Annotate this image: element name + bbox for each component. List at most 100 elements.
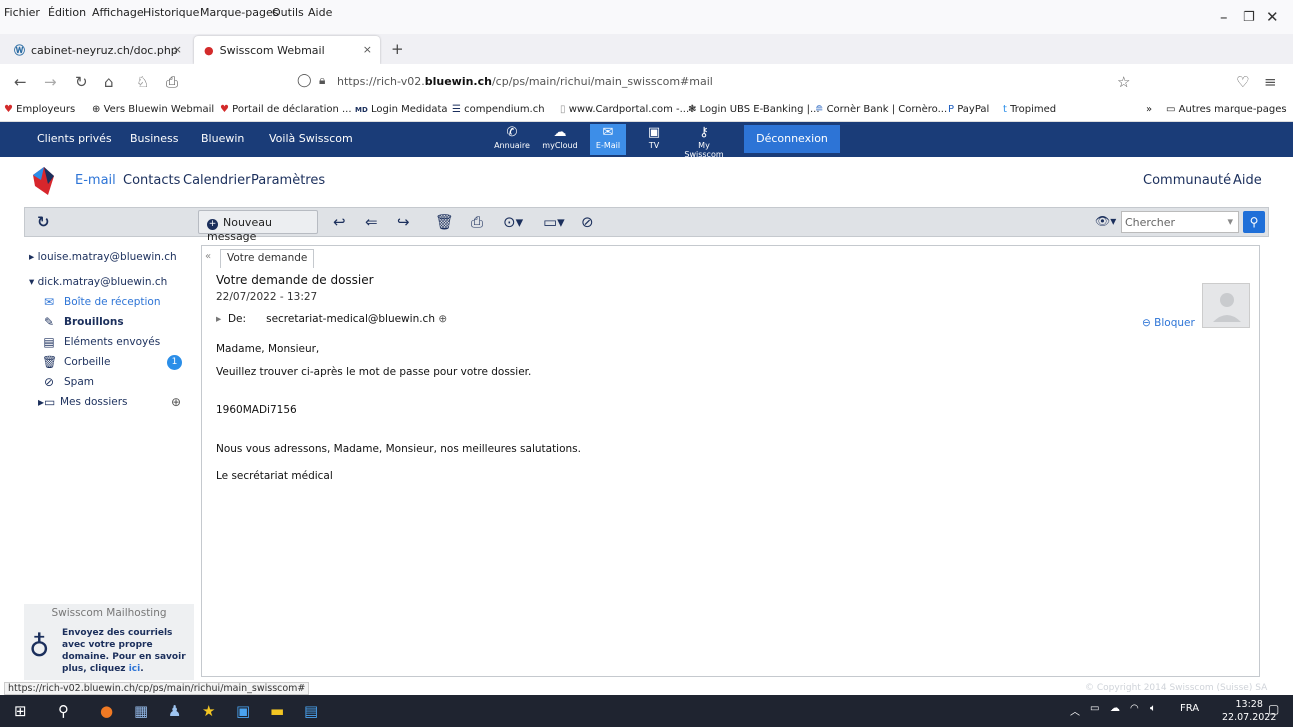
folder-drafts[interactable]: ✎ Brouillons <box>42 315 124 329</box>
forward-icon[interactable]: → <box>44 73 57 91</box>
bookmark-ubs[interactable]: ❃ Login UBS E-Banking |... <box>688 104 820 115</box>
menu-marque-pages[interactable]: Marque-pages <box>200 6 278 19</box>
star-icon[interactable]: ★ <box>202 702 215 720</box>
nav-clients-prives[interactable]: Clients privés <box>37 132 112 145</box>
account-louise[interactable]: ▸ louise.matray@bluewin.ch <box>29 251 177 263</box>
url-bar[interactable]: ◯ 🔒︎ https://rich-v02.bluewin.ch/cp/ps/m… <box>287 69 987 95</box>
camera-icon[interactable]: ▣ <box>236 702 250 720</box>
new-tab-button[interactable]: + <box>391 40 404 58</box>
service-mycloud[interactable]: ☁ myCloud <box>542 124 578 155</box>
menu-fichier[interactable]: Fichier <box>4 6 40 19</box>
print-icon[interactable]: ⎙ <box>166 73 178 91</box>
app-nav-email[interactable]: E-mail <box>75 173 116 188</box>
menu-historique[interactable]: Historique <box>143 6 199 19</box>
app-nav-calendrier[interactable]: Calendrier <box>183 173 250 188</box>
bookmark-tropimed[interactable]: t Tropimed <box>1003 104 1056 115</box>
nav-bluewin[interactable]: Bluewin <box>201 132 244 145</box>
chevron-up-icon[interactable]: ︿ <box>1070 703 1080 718</box>
new-message-button[interactable]: + Nouveau message <box>198 210 318 243</box>
delete-icon[interactable]: 🗑︎ <box>435 213 454 231</box>
view-eye-icon[interactable]: 👁︎▾ <box>1095 214 1116 228</box>
language-indicator[interactable]: FRA <box>1180 703 1199 714</box>
chevron-down-icon[interactable]: ▾ <box>1227 215 1233 228</box>
folder-inbox[interactable]: ✉ Boîte de réception <box>42 295 161 309</box>
logout-button[interactable]: Déconnexion <box>744 125 840 153</box>
block-sender-button[interactable]: ⊖ Bloquer <box>1142 317 1195 329</box>
account-dick[interactable]: ▾ dick.matray@bluewin.ch <box>29 276 167 288</box>
add-folder-icon[interactable]: ⊕ <box>171 395 181 409</box>
print-mail-icon[interactable]: ⎙ <box>471 213 483 231</box>
bookmark-employeurs[interactable]: ♥ Employeurs <box>4 104 75 115</box>
aide-link[interactable]: Aide <box>1233 173 1262 188</box>
firefox-icon[interactable]: ● <box>100 702 113 720</box>
service-tv[interactable]: ▣ TV <box>636 124 672 155</box>
other-bookmarks[interactable]: ▭ Autres marque-pages <box>1166 104 1287 115</box>
service-my-swisscom[interactable]: ⚷ My Swisscom <box>680 124 728 159</box>
restore-icon[interactable]: ❐ <box>1243 10 1255 25</box>
bookmark-medidata[interactable]: MD Login Medidata <box>355 104 448 115</box>
minimize-icon[interactable]: – <box>1220 8 1228 26</box>
people-icon[interactable]: ♟ <box>168 702 181 720</box>
close-icon[interactable]: × <box>173 43 182 56</box>
bookmark-cardportal[interactable]: ▯ www.Cardportal.com -... <box>560 104 689 115</box>
service-email[interactable]: ✉ E-Mail <box>590 124 626 155</box>
folder-trash[interactable]: 🗑︎ Corbeille <box>42 355 110 369</box>
more-bookmarks-icon[interactable]: » <box>1146 104 1152 115</box>
app-nav-parametres[interactable]: Paramètres <box>251 173 325 188</box>
service-annuaire[interactable]: ✆ Annuaire <box>494 124 530 155</box>
pocket-icon[interactable]: ♡ <box>1236 73 1249 91</box>
notification-icon[interactable]: ▢ <box>1268 702 1279 716</box>
menu-aide[interactable]: Aide <box>308 6 332 19</box>
reply-all-icon[interactable]: ⇐ <box>365 213 378 231</box>
back-icon[interactable]: ← <box>14 73 27 91</box>
expand-sender-icon[interactable]: ▸ <box>216 313 221 325</box>
communaute-link[interactable]: Communauté <box>1143 173 1231 188</box>
search-button[interactable]: ⚲ <box>1243 211 1265 233</box>
search-icon[interactable]: ⚲ <box>58 702 69 720</box>
bookmark-portail[interactable]: ♥ Portail de déclaration ... <box>220 104 352 115</box>
menu-outils[interactable]: Outils <box>272 6 304 19</box>
windows-start-icon[interactable]: ⊞ <box>14 702 27 720</box>
nav-business[interactable]: Business <box>130 132 179 145</box>
battery-icon[interactable]: ▭ <box>1090 703 1099 714</box>
reload-icon[interactable]: ↻ <box>75 73 88 91</box>
move-folder-icon[interactable]: ▭▾ <box>543 213 565 231</box>
reply-icon[interactable]: ↩ <box>333 213 346 231</box>
close-window-icon[interactable]: ✕ <box>1266 8 1279 26</box>
calculator-icon[interactable]: ▦ <box>134 702 148 720</box>
refresh-icon[interactable]: ↻ <box>37 213 50 231</box>
nav-voila-swisscom[interactable]: Voilà Swisscom <box>269 132 353 145</box>
file-explorer-icon[interactable]: ▬ <box>270 702 284 720</box>
search-input[interactable]: Chercher ▾ <box>1121 211 1239 233</box>
wifi-icon[interactable]: ◠ <box>1130 703 1139 714</box>
cloud-icon[interactable]: ☁ <box>1110 703 1120 714</box>
folder-mes-dossiers[interactable]: ▸▭ Mes dossiers <box>38 395 128 409</box>
more-actions-icon[interactable]: ⊙▾ <box>503 213 523 231</box>
bookmark-compendium[interactable]: ☰ compendium.ch <box>452 104 545 115</box>
message-tab[interactable]: Votre demande <box>220 249 315 268</box>
home-icon[interactable]: ⌂ <box>104 73 114 91</box>
swisscom-logo[interactable] <box>32 166 56 196</box>
promo-link[interactable]: ici <box>129 664 141 674</box>
bookmark-star-icon[interactable]: ☆ <box>1117 73 1130 91</box>
bookmark-corner[interactable]: ≘ Cornèr Bank | Cornèro... <box>815 104 947 115</box>
forward-mail-icon[interactable]: ↪ <box>397 213 410 231</box>
tab-cabinet-neyruz[interactable]: Ⓦ cabinet-neyruz.ch/doc.php × <box>4 36 190 64</box>
app-nav-contacts[interactable]: Contacts <box>123 173 180 188</box>
bookmark-bluewin[interactable]: ⊕ Vers Bluewin Webmail <box>92 104 214 115</box>
document-icon[interactable]: ▤ <box>304 702 318 720</box>
tab-swisscom-webmail[interactable]: ● Swisscom Webmail × <box>194 36 380 64</box>
volume-icon[interactable]: 🔈︎ <box>1150 703 1156 714</box>
folder-sent[interactable]: ▤ Eléments envoyés <box>42 335 160 349</box>
collapse-icon[interactable]: « <box>205 251 211 262</box>
close-icon[interactable]: × <box>363 43 372 56</box>
extension-icon[interactable]: ♘ <box>136 73 149 91</box>
menu-affichage[interactable]: Affichage <box>92 6 144 19</box>
bookmark-paypal[interactable]: P PayPal <box>948 104 989 115</box>
add-contact-icon[interactable]: ⊕ <box>438 313 447 325</box>
menu-icon[interactable]: ≡ <box>1264 73 1277 91</box>
sender-email[interactable]: secretariat-medical@bluewin.ch <box>266 313 435 325</box>
folder-spam[interactable]: ⊘ Spam <box>42 375 94 389</box>
menu-edition[interactable]: Édition <box>48 6 86 19</box>
block-icon[interactable]: ⊘ <box>581 213 594 231</box>
